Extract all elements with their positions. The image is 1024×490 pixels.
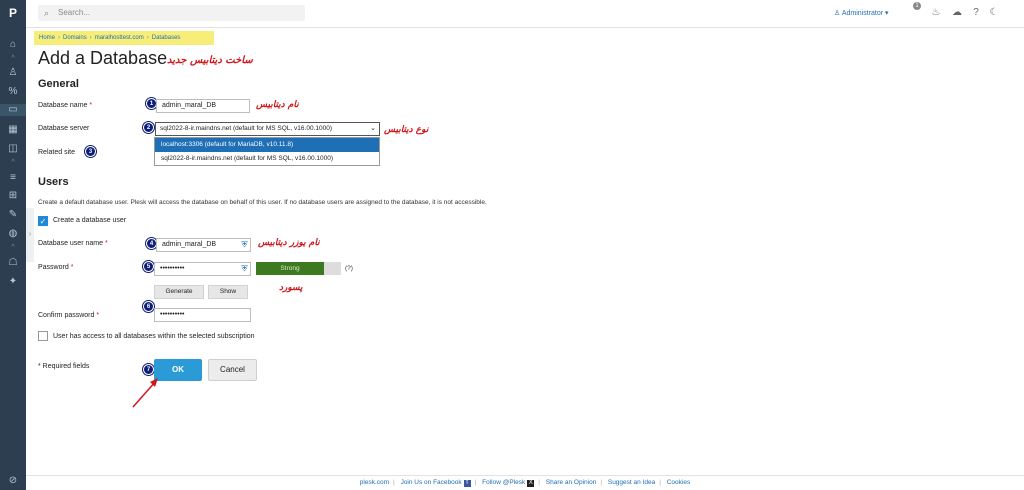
user-icon[interactable]: ♙ [6, 67, 20, 79]
generate-button[interactable]: Generate [154, 285, 204, 299]
db-server-label: Database server [38, 125, 90, 132]
step-badge-6: 6 [143, 301, 154, 312]
password-annotation: پسورد [279, 283, 303, 293]
show-button[interactable]: Show [208, 285, 248, 299]
sidebar: P ⌂ ^ ♙ % ▭ ▦ ◫ ^ ≡ ⊞ ✎ ◍ ^ ☖ ✦ ⊘ [0, 0, 26, 490]
all-dbs-label: User has access to all databases within … [53, 333, 255, 340]
shield-icon: ⛨ [241, 264, 248, 273]
username-label: Database user name * [38, 240, 108, 247]
wordpress-icon[interactable]: ✎ [6, 209, 20, 221]
notification-badge: 1 [913, 2, 921, 10]
sliders-icon[interactable]: ≡ [6, 172, 20, 184]
db-name-annotation: نام دیتابیس [256, 100, 299, 110]
monitor-icon[interactable]: ▭ [0, 104, 26, 116]
create-user-checkbox[interactable]: ✓ [38, 216, 48, 226]
grid-icon[interactable]: ▦ [6, 124, 20, 136]
step-badge-3: 3 [85, 146, 96, 157]
search-input[interactable]: ⌕ Search... [38, 5, 305, 21]
step-badge-7: 7 [143, 364, 154, 375]
help-circle-icon[interactable]: ⊘ [6, 475, 20, 487]
password-input[interactable]: •••••••••• [154, 262, 251, 276]
password-help[interactable]: (?) [345, 265, 353, 272]
plesk-logo[interactable]: P [0, 6, 26, 20]
chevron-up-icon[interactable]: ^ [8, 55, 18, 62]
percent-icon[interactable]: % [6, 86, 20, 98]
password-strength-fill: Strong [256, 262, 324, 275]
search-placeholder: Search... [58, 8, 91, 17]
sidebar-collapse-handle[interactable]: › [26, 208, 34, 262]
help-icon[interactable]: ? [970, 7, 982, 19]
footer-link-plesk[interactable]: plesk.com [360, 479, 389, 486]
footer-link-follow[interactable]: Follow @Plesk [482, 479, 525, 486]
footer-link-cookies[interactable]: Cookies [667, 479, 690, 486]
users-description: Create a default database user. Plesk wi… [38, 199, 487, 206]
db-server-selected: sql2022-8-ir.maindns.net (default for MS… [160, 125, 332, 132]
robot-icon[interactable]: ☖ [6, 257, 20, 269]
panel-icon[interactable]: ◫ [6, 143, 20, 155]
breadcrumb-databases[interactable]: Databases [152, 35, 181, 41]
globe-icon[interactable]: ◍ [6, 228, 20, 240]
breadcrumb-home[interactable]: Home [39, 35, 55, 41]
chevron-up-icon[interactable]: ^ [8, 244, 18, 251]
step-badge-5: 5 [143, 261, 154, 272]
facebook-icon: f [463, 480, 471, 487]
related-site-label: Related site [38, 149, 75, 156]
db-server-annotation: نوع دیتابیس [384, 125, 429, 135]
general-heading: General [38, 78, 79, 90]
username-annotation: نام یوزر دیتابیس [258, 238, 320, 248]
footer: plesk.com | Join Us on Facebook f | Follow … [26, 475, 1024, 490]
wrench-icon[interactable]: ✦ [6, 276, 20, 288]
moon-icon[interactable]: ☾ [988, 7, 1000, 19]
username-input[interactable]: admin_maral_DB [156, 238, 251, 252]
confirm-password-label: Confirm password * [38, 312, 100, 319]
x-icon: X [527, 480, 535, 487]
cancel-button[interactable]: Cancel [208, 359, 257, 381]
home-icon[interactable]: ⌂ [6, 39, 20, 51]
password-label: Password * [38, 264, 74, 271]
breadcrumb: Home › Domains › maralhosttest.com › Databases [34, 31, 214, 45]
shield-icon: ⛨ [241, 240, 248, 249]
pointer-arrow [132, 378, 158, 408]
cloud-icon[interactable]: ☁ [951, 7, 963, 19]
title-annotation: ساخت دیتابیس جدید [167, 55, 253, 66]
user-name: Administrator [841, 10, 884, 17]
notifications-icon[interactable]: ♨ [930, 7, 942, 19]
search-icon: ⌕ [44, 8, 50, 18]
footer-link-facebook[interactable]: Join Us on Facebook [401, 479, 462, 486]
db-server-dropdown: localhost:3306 (default for MariaDB, v10… [154, 137, 380, 166]
page-title: Add a Database [38, 48, 168, 68]
users-heading: Users [38, 176, 69, 188]
breadcrumb-domains[interactable]: Domains [63, 35, 87, 41]
all-dbs-checkbox[interactable] [38, 331, 48, 341]
extensions-icon[interactable]: ⊞ [6, 190, 20, 202]
db-server-option-mssql[interactable]: sql2022-8-ir.maindns.net (default for MS… [155, 152, 379, 166]
db-server-select[interactable]: sql2022-8-ir.maindns.net (default for MS… [155, 122, 380, 136]
db-server-option-mariadb[interactable]: localhost:3306 (default for MariaDB, v10… [155, 138, 379, 152]
footer-link-idea[interactable]: Suggest an Idea [608, 479, 655, 486]
confirm-password-input[interactable]: •••••••••• [154, 308, 251, 322]
chevron-up-icon[interactable]: ^ [8, 159, 18, 166]
create-user-label: Create a database user [53, 217, 127, 224]
user-menu[interactable]: ♙ Administrator ▾ [834, 9, 889, 17]
db-name-input[interactable]: admin_maral_DB [156, 99, 250, 113]
breadcrumb-domain[interactable]: maralhosttest.com [95, 35, 144, 41]
chevron-down-icon: ⌄ [370, 125, 376, 132]
footer-link-opinion[interactable]: Share an Opinion [546, 479, 597, 486]
step-badge-2: 2 [143, 122, 154, 133]
password-strength-meter: Strong [256, 262, 341, 275]
db-name-label: Database name * [38, 102, 93, 109]
required-note: * Required fields [38, 363, 90, 370]
